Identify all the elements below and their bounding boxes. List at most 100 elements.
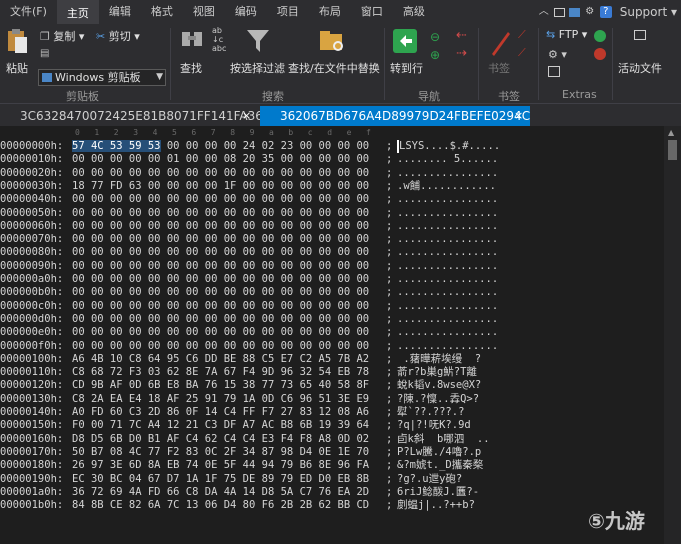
hex-row[interactable]: 00000190h: EC 30 BC 04 67 D7 1A 1F 75 DE … xyxy=(0,473,664,486)
row-ascii[interactable]: ................ xyxy=(397,273,498,286)
vertical-scrollbar[interactable]: ▲ xyxy=(664,126,681,544)
hex-row[interactable]: 00000040h: 00 00 00 00 00 00 00 00 00 00 … xyxy=(0,193,664,206)
hex-row[interactable]: 000000d0h: 00 00 00 00 00 00 00 00 00 00 … xyxy=(0,313,664,326)
paste-icon[interactable] xyxy=(6,28,28,54)
hex-row[interactable]: 000000a0h: 00 00 00 00 00 00 00 00 00 00 … xyxy=(0,273,664,286)
menu-edit[interactable]: 编辑 xyxy=(99,0,141,24)
green-script-icon[interactable] xyxy=(594,30,606,42)
hex-row[interactable]: 000001a0h: 36 72 69 4A FD 66 C8 DA 4A 14 … xyxy=(0,486,664,499)
hex-row[interactable]: 00000050h: 00 00 00 00 00 00 00 00 00 00 … xyxy=(0,207,664,220)
menu-window[interactable]: 窗口 xyxy=(351,0,393,24)
filter-selection-button[interactable]: 按选择过滤 xyxy=(230,60,285,76)
row-ascii[interactable]: P?Lw騰./4嚕?.p xyxy=(397,446,481,459)
folder-search-icon[interactable] xyxy=(318,28,346,54)
hex-row[interactable]: 00000180h: 26 97 3E 6D 8A EB 74 0E 5F 44 … xyxy=(0,459,664,472)
row-ascii[interactable]: ................ xyxy=(397,246,498,259)
menu-file[interactable]: 文件(F) xyxy=(0,0,57,24)
selected-bytes[interactable]: 57 4C 53 59 53 xyxy=(72,140,161,152)
row-ascii[interactable]: ................ xyxy=(397,326,498,339)
row-ascii[interactable]: &?m婋t._D攜秦楘 xyxy=(397,459,483,472)
ftp-button[interactable]: ⇆ FTP ▾ xyxy=(546,28,587,41)
clipboard-select[interactable]: Windows 剪贴板 ▼ xyxy=(38,69,166,86)
find-in-files-button[interactable]: 查找/在文件中替换 xyxy=(288,60,380,76)
row-hex-bytes[interactable]: 00 00 00 00 00 00 00 00 00 00 00 00 00 0… xyxy=(72,273,369,286)
close-icon[interactable]: × xyxy=(514,106,523,126)
window-icon[interactable] xyxy=(568,7,580,17)
cut-button[interactable]: ✂ 剪切 ▾ xyxy=(96,28,140,44)
hex-row[interactable]: 00000030h: 18 77 FD 63 00 00 00 00 1F 00 … xyxy=(0,180,664,193)
row-hex-bytes[interactable]: 00 00 00 00 00 01 00 00 08 20 35 00 00 0… xyxy=(72,153,369,166)
find-button[interactable]: 查找 xyxy=(180,60,202,76)
row-ascii[interactable]: ................ xyxy=(397,260,498,273)
nav-forward-icon[interactable]: ⊕ xyxy=(430,48,440,62)
hex-row[interactable]: 00000090h: 00 00 00 00 00 00 00 00 00 00 … xyxy=(0,260,664,273)
active-file-button[interactable]: 活动文件 xyxy=(618,60,662,76)
row-hex-bytes[interactable]: 00 00 00 00 00 00 00 00 00 00 00 00 00 0… xyxy=(72,313,369,326)
tab-file-2[interactable]: 362067BD676A4D89979D24FBEFE0294C × xyxy=(260,106,530,126)
hex-row[interactable]: 000000e0h: 00 00 00 00 00 00 00 00 00 00 … xyxy=(0,326,664,339)
goto-line-icon[interactable] xyxy=(392,28,418,54)
row-ascii[interactable]: 剫蝹j|..?++b? xyxy=(397,499,475,512)
copy-button[interactable]: ❐ 复制 ▾ xyxy=(40,28,84,44)
row-ascii[interactable]: ................ xyxy=(397,220,498,233)
menu-format[interactable]: 格式 xyxy=(141,0,183,24)
scroll-thumb[interactable] xyxy=(668,140,677,160)
paste-button[interactable]: 粘贴 xyxy=(6,60,28,76)
hex-row[interactable]: 000000c0h: 00 00 00 00 00 00 00 00 00 00 … xyxy=(0,300,664,313)
row-ascii[interactable]: ........ 5...... xyxy=(397,153,498,166)
goto-line-button[interactable]: 转到行 xyxy=(390,60,423,76)
row-ascii[interactable]: 蛻k韬v.8wse@X? xyxy=(397,379,481,392)
row-ascii[interactable]: ................ xyxy=(397,313,498,326)
bookmarks-button[interactable]: 书签 xyxy=(488,60,510,76)
config-icon[interactable]: ⚙ xyxy=(584,6,596,18)
row-ascii[interactable]: ?q|?!呒K?.9d xyxy=(397,419,471,432)
menu-layout[interactable]: 布局 xyxy=(309,0,351,24)
row-hex-bytes[interactable]: 00 00 00 00 00 00 00 00 00 00 00 00 00 0… xyxy=(72,193,369,206)
row-ascii[interactable]: ?g?.u迣y砲? xyxy=(397,473,462,486)
terminal-icon[interactable] xyxy=(548,66,560,77)
row-hex-bytes[interactable]: C8 68 72 F3 03 62 8E 7A 67 F4 9D 96 32 5… xyxy=(72,366,369,379)
hex-row[interactable]: 00000070h: 00 00 00 00 00 00 00 00 00 00 … xyxy=(0,233,664,246)
hex-row[interactable]: 00000120h: CD 9B AF 0D 6B E8 BA 76 15 38 … xyxy=(0,379,664,392)
row-hex-bytes[interactable]: D8 D5 6B D0 B1 AF C4 62 C4 C4 E3 F4 F8 A… xyxy=(72,433,369,446)
row-ascii[interactable]: .蕏曄菥埃缦 ? xyxy=(397,353,481,366)
menu-view[interactable]: 视图 xyxy=(183,0,225,24)
row-ascii[interactable]: 萮r?b巣g魸?T離 xyxy=(397,366,477,379)
filter-icon[interactable] xyxy=(246,28,270,54)
hex-row[interactable]: 00000110h: C8 68 72 F3 03 62 8E 7A 67 F4 … xyxy=(0,366,664,379)
hex-row[interactable]: 000000f0h: 00 00 00 00 00 00 00 00 00 00 … xyxy=(0,340,664,353)
menu-advanced[interactable]: 高级 xyxy=(393,0,435,24)
unselected-bytes[interactable]: 00 00 00 00 24 02 23 00 00 00 00 xyxy=(167,140,369,152)
nav-back-icon[interactable]: ⊖ xyxy=(430,30,440,44)
hex-row[interactable]: 00000100h: A6 4B 10 C8 64 95 C6 DD BE 88 … xyxy=(0,353,664,366)
row-hex-bytes[interactable]: 18 77 FD 63 00 00 00 00 1F 00 00 00 00 0… xyxy=(72,180,369,193)
arrow-right-icon[interactable]: ⇢ xyxy=(456,46,467,61)
hex-editor[interactable]: 0 1 2 3 4 5 6 7 8 9 a b c d e f 00000000h: 57 4C 53 59 5… xyxy=(0,126,681,544)
row-hex-bytes[interactable]: 00 00 00 00 00 00 00 00 00 00 00 00 00 0… xyxy=(72,300,369,313)
row-hex-bytes[interactable]: 00 00 00 00 00 00 00 00 00 00 00 00 00 0… xyxy=(72,246,369,259)
tools-icon[interactable]: ⚙ ▾ xyxy=(548,48,567,61)
hex-row[interactable]: 00000160h: D8 D5 6B D0 B1 AF C4 62 C4 C4 … xyxy=(0,433,664,446)
hex-row[interactable]: 00000000h: 57 4C 53 59 53 00 00 00 00 24 … xyxy=(0,140,664,153)
red-script-icon[interactable] xyxy=(594,48,606,60)
scroll-up-icon[interactable]: ▲ xyxy=(668,128,674,137)
bookmark-small-icon[interactable]: ⟋ xyxy=(518,28,526,42)
row-ascii[interactable]: ................ xyxy=(397,286,498,299)
menu-encoding[interactable]: 编码 xyxy=(225,0,267,24)
hex-row[interactable]: 00000130h: C8 2A EA E4 18 AF 25 91 79 1A … xyxy=(0,393,664,406)
menu-home[interactable]: 主页 xyxy=(56,0,99,24)
hex-row[interactable]: 00000170h: 50 B7 08 4C 77 F2 83 0C 2F 34 … xyxy=(0,446,664,459)
close-icon[interactable]: × xyxy=(242,106,251,126)
row-ascii[interactable]: 6riJ鲶酦J.匶?- xyxy=(397,486,479,499)
row-ascii[interactable]: LSYS....$.#..... xyxy=(397,140,500,153)
layout-icon[interactable] xyxy=(553,7,565,17)
row-ascii[interactable]: ................ xyxy=(397,167,498,180)
row-hex-bytes[interactable]: F0 00 71 7C A4 12 21 C3 DF A7 AC B8 6B 1… xyxy=(72,419,369,432)
row-hex-bytes[interactable]: 36 72 69 4A FD 66 C8 DA 4A 14 D8 5A C7 7… xyxy=(72,486,369,499)
hex-row[interactable]: 00000140h: A0 FD 60 C3 2D 86 0F 14 C4 FF … xyxy=(0,406,664,419)
support-menu[interactable]: Support ▾ xyxy=(620,5,677,19)
bookmark-icon[interactable] xyxy=(488,28,512,56)
row-hex-bytes[interactable]: 00 00 00 00 00 00 00 00 00 00 00 00 00 0… xyxy=(72,233,369,246)
row-ascii[interactable]: .w餔............ xyxy=(397,180,496,193)
row-hex-bytes[interactable]: 57 4C 53 59 53 00 00 00 00 24 02 23 00 0… xyxy=(72,140,369,153)
